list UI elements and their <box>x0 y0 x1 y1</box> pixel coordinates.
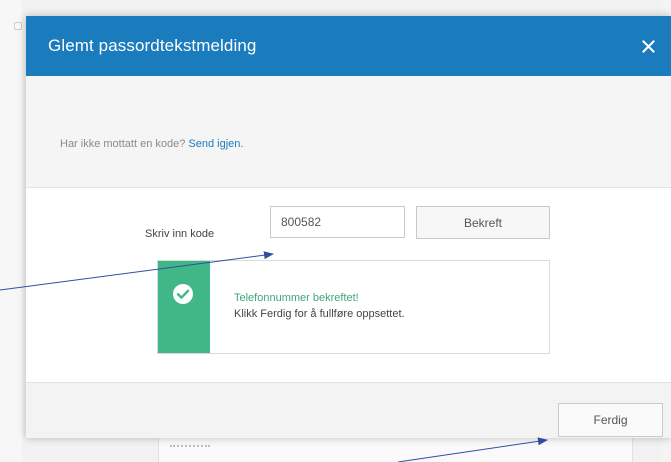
close-icon <box>641 39 655 53</box>
code-label: Skriv inn kode <box>145 228 215 240</box>
background-corner-glyph <box>14 22 22 30</box>
close-button[interactable] <box>635 33 661 59</box>
success-title: Telefonnummer bekreftet! <box>234 292 359 304</box>
resend-prompt: Har ikke mottatt en kode? Send igjen. <box>60 138 243 150</box>
dialog-title: Glemt passordtekstmelding <box>48 36 257 55</box>
resend-prompt-text: Har ikke mottatt en kode? <box>60 138 186 150</box>
success-status-bar <box>158 261 210 353</box>
success-message-box: Telefonnummer bekreftet! Klikk Ferdig fo… <box>157 260 550 354</box>
code-input[interactable] <box>270 206 405 238</box>
dialog-header: Glemt passordtekstmelding <box>26 16 671 76</box>
forgot-password-sms-dialog: Glemt passordtekstmelding Har ikke motta… <box>26 16 671 438</box>
confirm-button[interactable]: Bekreft <box>416 206 550 239</box>
background-masked-text <box>170 445 210 447</box>
success-message: Klikk Ferdig for å fullføre oppsettet. <box>234 308 405 320</box>
background-left-strip <box>0 0 22 462</box>
verify-code-section: Skriv inn kode Bekreft Telefonnummer bek… <box>26 188 671 382</box>
send-again-link[interactable]: Send igjen. <box>188 138 243 150</box>
dialog-footer: Ferdig <box>26 382 671 438</box>
done-button[interactable]: Ferdig <box>558 403 663 437</box>
resend-info-section: Har ikke mottatt en kode? Send igjen. <box>26 76 671 188</box>
check-circle-icon <box>173 284 193 304</box>
